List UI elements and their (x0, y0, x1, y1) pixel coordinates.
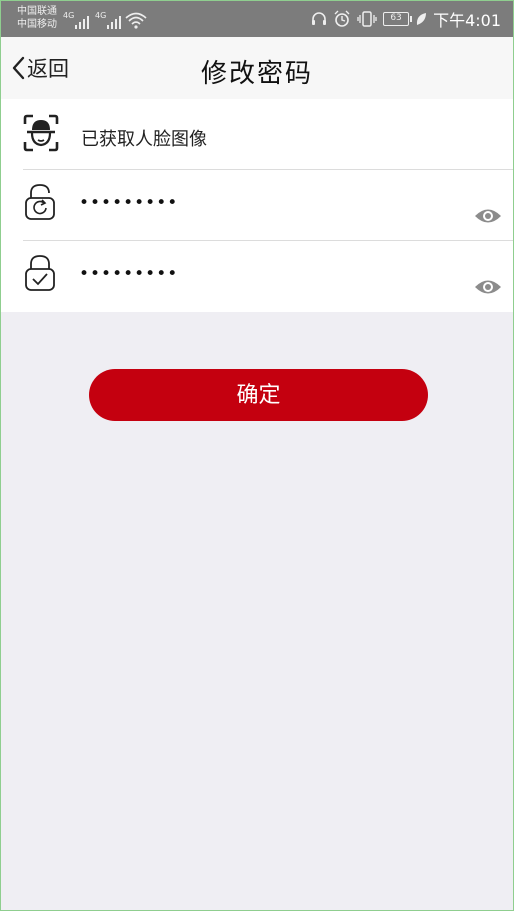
page-title: 修改密码 (200, 59, 313, 89)
password-form: 已获取人脸图像 (1, 99, 513, 312)
status-right: 63 下午4:01 (311, 9, 501, 30)
vibrate-icon (357, 11, 377, 27)
lock-refresh-icon (25, 184, 55, 220)
signal-icon (75, 15, 91, 29)
wifi-icon (125, 12, 147, 29)
carrier-2: 中国移动 (17, 19, 57, 30)
face-scan-icon (23, 114, 59, 152)
lock-check-icon (25, 255, 55, 291)
confirm-button[interactable]: 确定 (89, 369, 428, 421)
carrier-1: 中国联通 (17, 6, 57, 17)
battery-icon: 63 (383, 12, 413, 26)
clock-time: 下午4:01 (433, 11, 501, 30)
eye-icon[interactable] (473, 206, 503, 226)
confirm-password-field[interactable] (79, 259, 459, 289)
face-status-label: 已获取人脸图像 (81, 129, 207, 150)
alarm-icon (334, 10, 350, 27)
eye-icon[interactable] (473, 277, 503, 297)
status-bar: 中国联通 中国移动 4G 4G 63 下午4:01 (1, 1, 513, 37)
face-capture-row[interactable]: 已获取人脸图像 (23, 99, 513, 169)
network-type-2: 4G (95, 11, 107, 20)
new-password-field[interactable] (79, 188, 459, 218)
navigation-bar: 返回 修改密码 (1, 37, 513, 99)
leaf-icon (416, 13, 427, 25)
signal-icon (107, 15, 123, 29)
confirm-password-row (23, 241, 513, 311)
carrier-labels: 中国联通 中国移动 (17, 5, 57, 31)
headset-icon (312, 12, 327, 25)
new-password-row (23, 170, 513, 240)
network-type-1: 4G (63, 11, 75, 20)
